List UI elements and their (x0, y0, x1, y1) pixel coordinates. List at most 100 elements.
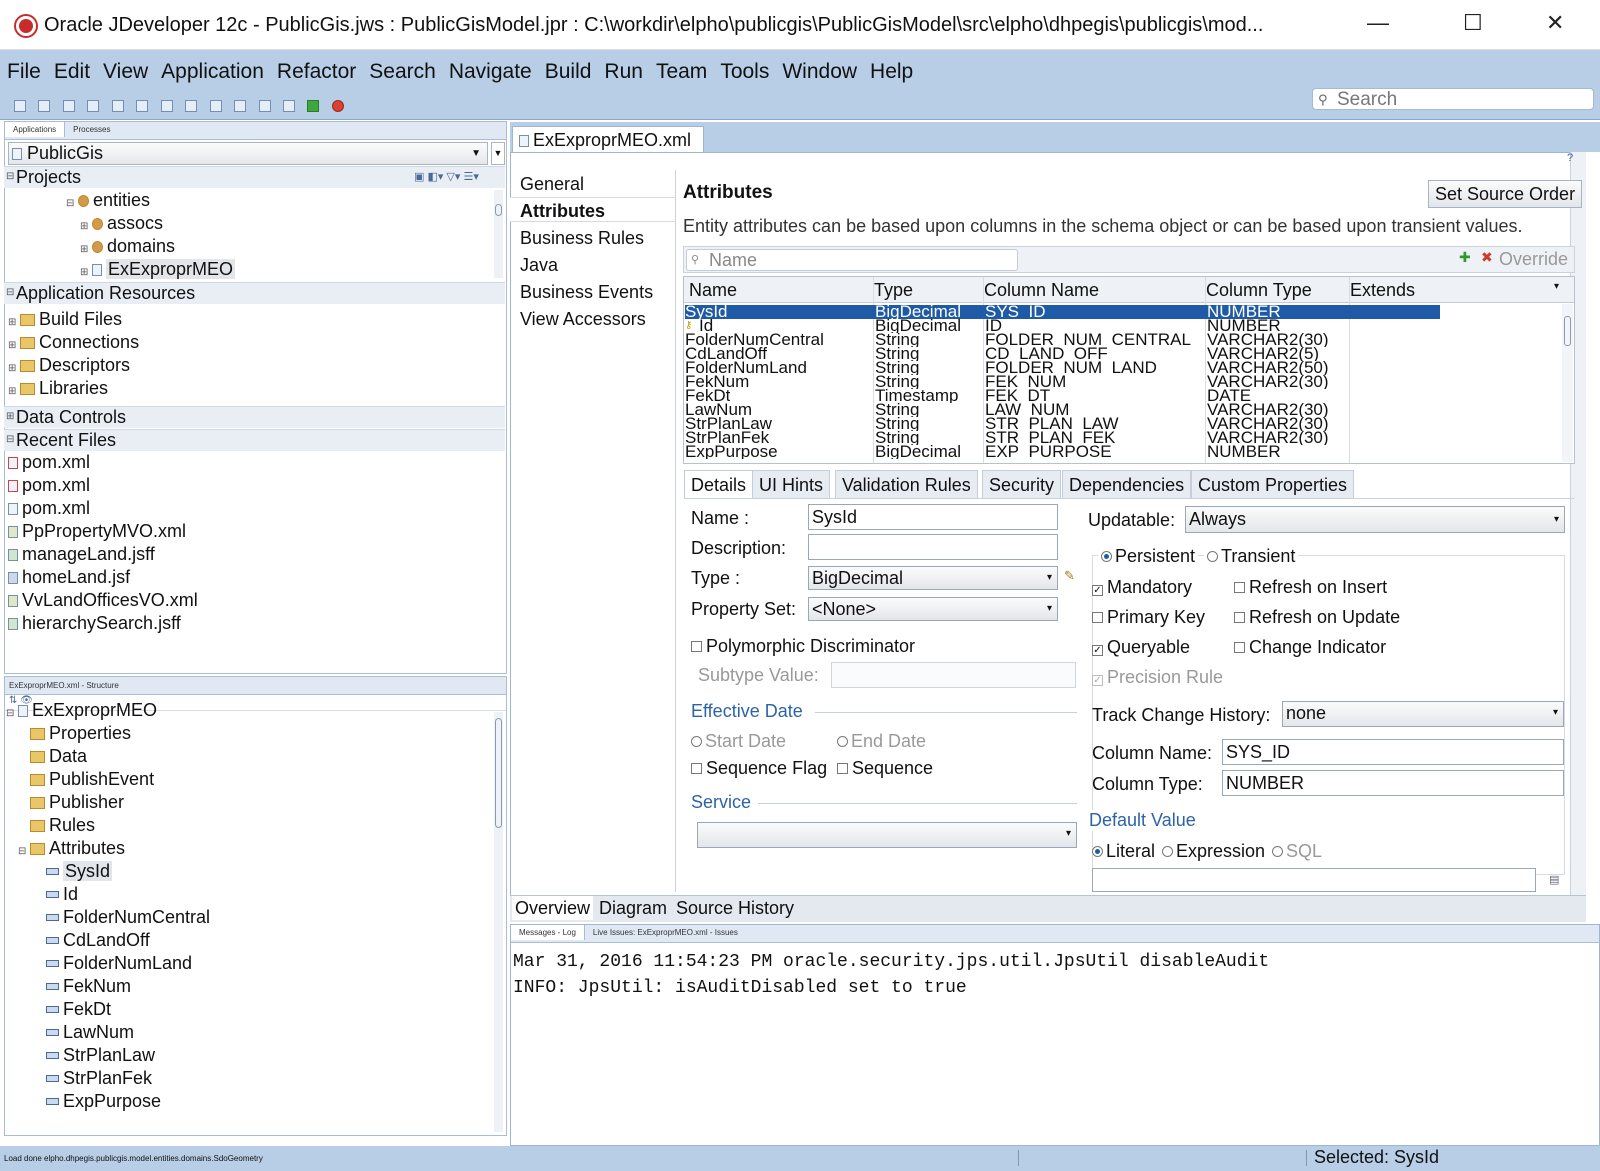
menu-navigate[interactable]: Navigate (449, 60, 532, 84)
refresh-update-checkbox[interactable]: Refresh on Update (1234, 607, 1400, 628)
grid-row-selected[interactable]: SysId BigDecimal SYS_ID NUMBER (685, 305, 1440, 319)
structure-attribute[interactable]: FekDt (46, 999, 111, 1020)
subtab-security[interactable]: Security (982, 470, 1062, 498)
grid-row[interactable]: FekDt Timestamp FEK_DT DATE (685, 389, 1440, 403)
maximize-button[interactable]: ☐ (1463, 10, 1483, 36)
structure-folder[interactable]: Publisher (30, 792, 124, 813)
new-icon[interactable] (14, 99, 26, 112)
redo-icon[interactable] (136, 99, 149, 112)
sequence-flag-checkbox[interactable]: Sequence Flag (691, 758, 827, 779)
tab-applications[interactable]: Applications (5, 122, 66, 137)
subtab-ui-hints[interactable]: UI Hints (752, 470, 831, 498)
menu-help[interactable]: Help (870, 60, 913, 84)
subtab-details[interactable]: Details (684, 470, 754, 498)
subtab-custom-properties[interactable]: Custom Properties (1191, 470, 1355, 498)
structure-folder[interactable]: Data (30, 746, 87, 767)
run-icon[interactable] (307, 99, 320, 112)
subtype-input[interactable] (831, 662, 1076, 688)
save-icon[interactable] (62, 99, 75, 112)
delete-attribute-icon[interactable]: ✖ (1481, 249, 1493, 266)
menu-file[interactable]: File (7, 60, 41, 84)
grid-header-type[interactable]: Type (874, 280, 913, 301)
queryable-checkbox[interactable]: ✓ Queryable (1092, 637, 1190, 658)
structure-folder[interactable]: Properties (30, 723, 131, 744)
minimize-button[interactable]: — (1367, 10, 1389, 36)
menu-search[interactable]: Search (369, 60, 436, 84)
application-selector[interactable]: PublicGis ▼ (8, 142, 488, 165)
expression-radio[interactable]: Expression (1162, 841, 1265, 862)
tree-item-domains[interactable]: ⊞ domains (80, 236, 175, 257)
precision-rule-checkbox[interactable]: ✓ Precision Rule (1092, 667, 1223, 688)
global-search-input[interactable]: ⚲ Search (1312, 88, 1594, 110)
updatable-select[interactable]: Always ▾ (1185, 506, 1565, 533)
grid-row[interactable]: LawNum String LAW_NUM VARCHAR2(30) (685, 403, 1440, 417)
grid-row[interactable]: FekNum String FEK_NUM VARCHAR2(30) (685, 375, 1440, 389)
structure-folder[interactable]: PublishEvent (30, 769, 154, 790)
structure-attribute[interactable]: Id (46, 884, 78, 905)
refresh-icon[interactable] (209, 99, 222, 112)
change-indicator-checkbox[interactable]: Change Indicator (1234, 637, 1386, 658)
structure-root[interactable]: ⊟ ExExproprMEO (6, 700, 157, 721)
tab-messages-log[interactable]: Messages - Log (511, 925, 585, 940)
application-menu-button[interactable]: ▼ (491, 142, 505, 165)
tree-item-assocs[interactable]: ⊞ assocs (80, 213, 163, 234)
service-select[interactable]: ▾ (697, 822, 1077, 848)
structure-folder[interactable]: Rules (30, 815, 95, 836)
help-icon[interactable]: ? (1567, 152, 1573, 164)
attribute-filter-input[interactable]: ⚲ Name (686, 249, 1018, 271)
tab-live-issues[interactable]: Live Issues: ExExproprMEO.xml - Issues (585, 925, 746, 940)
sql-radio[interactable]: SQL (1272, 841, 1322, 862)
back-icon[interactable] (160, 99, 173, 112)
save-all-icon[interactable] (87, 99, 100, 112)
polymorphic-checkbox[interactable]: Polymorphic Discriminator (691, 636, 915, 657)
description-input[interactable] (808, 534, 1058, 560)
structure-attribute[interactable]: CdLandOff (46, 930, 150, 951)
editor-tab-exexpropr-meo[interactable]: ExExproprMEO.xml (512, 126, 705, 152)
debug-icon[interactable] (331, 99, 344, 112)
start-date-radio[interactable]: Start Date (691, 731, 786, 752)
forward-icon[interactable] (185, 99, 198, 112)
default-value-input[interactable] (1092, 868, 1536, 892)
grid-header-extends[interactable]: Extends (1350, 280, 1415, 301)
structure-attribute[interactable]: SysId (46, 861, 113, 882)
menu-view[interactable]: View (103, 60, 148, 84)
subtab-dependencies[interactable]: Dependencies (1062, 470, 1192, 498)
projects-section-header[interactable]: ⊟ Projects ▣ ◧▾ ▽▾ ☰▾ (4, 166, 505, 188)
tree-item-connections[interactable]: ⊞ Connections (8, 332, 139, 353)
recent-file-item[interactable]: homeLand.jsf (8, 567, 130, 588)
recent-file-item[interactable]: hierarchySearch.jsff (8, 613, 181, 634)
data-controls-section-header[interactable]: ⊞ Data Controls (4, 406, 505, 428)
grid-row[interactable]: FolderNumCentral String FOLDER_NUM_CENTR… (685, 333, 1440, 347)
nav-business-rules[interactable]: Business Rules (520, 228, 644, 249)
application-resources-section-header[interactable]: ⊟ Application Resources (4, 282, 505, 304)
structure-attribute[interactable]: LawNum (46, 1022, 134, 1043)
close-button[interactable]: ✕ (1546, 10, 1564, 36)
structure-folder-attributes[interactable]: ⊟ Attributes (18, 838, 125, 859)
menu-refactor[interactable]: Refactor (277, 60, 356, 84)
edit-expression-icon[interactable]: ▤ (1549, 873, 1559, 886)
structure-attribute[interactable]: ExpPurpose (46, 1091, 161, 1112)
recent-file-item[interactable]: pom.xml (8, 452, 90, 473)
nav-business-events[interactable]: Business Events (520, 282, 653, 303)
column-menu-icon[interactable]: ▾ (1554, 281, 1559, 292)
literal-radio[interactable]: Literal (1092, 841, 1155, 862)
menu-edit[interactable]: Edit (54, 60, 90, 84)
grid-row[interactable]: CdLandOff String CD_LAND_OFF VARCHAR2(5) (685, 347, 1440, 361)
transient-radio[interactable]: Transient (1204, 546, 1299, 567)
tab-overview[interactable]: Overview (512, 896, 594, 920)
nav-java[interactable]: Java (520, 255, 558, 276)
menu-window[interactable]: Window (782, 60, 857, 84)
grid-row[interactable]: ⚷ Id BigDecimal ID NUMBER (685, 319, 1440, 333)
menu-run[interactable]: Run (604, 60, 643, 84)
tab-diagram[interactable]: Diagram (596, 896, 670, 920)
recent-files-section-header[interactable]: ⊟ Recent Files (4, 429, 505, 451)
track-change-select[interactable]: none ▾ (1282, 701, 1564, 727)
deploy-icon[interactable] (282, 99, 295, 112)
structure-scrollbar[interactable] (494, 712, 503, 1132)
tree-item-libraries[interactable]: ⊞ Libraries (8, 378, 108, 399)
name-input[interactable]: SysId (808, 504, 1058, 530)
override-button[interactable]: Override (1499, 249, 1568, 270)
projects-scrollbar[interactable] (494, 190, 503, 278)
column-type-input[interactable]: NUMBER (1222, 770, 1564, 796)
sequence-checkbox[interactable]: Sequence (837, 758, 933, 779)
